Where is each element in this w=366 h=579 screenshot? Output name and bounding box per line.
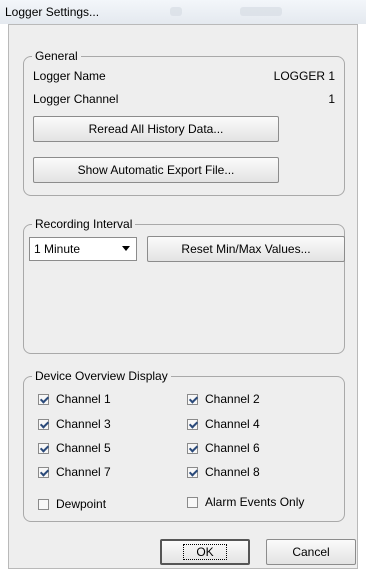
channel-1-checkbox[interactable]: Channel 1: [38, 392, 111, 406]
logger-name-value: LOGGER 1: [273, 69, 335, 83]
general-group: General Logger Name LOGGER 1 Logger Chan…: [23, 49, 345, 196]
channel-7-label: Channel 7: [56, 465, 111, 479]
channel-5-checkbox[interactable]: Channel 5: [38, 441, 111, 455]
checkbox-checked-icon: [38, 418, 49, 430]
checkbox-checked-icon: [187, 393, 198, 405]
title-bar-decoration: [240, 7, 282, 16]
checkbox-checked-icon: [187, 418, 198, 430]
logger-channel-value: 1: [328, 92, 335, 106]
reread-history-button[interactable]: Reread All History Data...: [33, 116, 279, 142]
title-bar: Logger Settings...: [0, 0, 366, 24]
chevron-down-icon: [122, 246, 130, 251]
checkbox-checked-icon: [38, 393, 49, 405]
logger-channel-label: Logger Channel: [33, 92, 119, 106]
dialog-body: General Logger Name LOGGER 1 Logger Chan…: [8, 24, 358, 569]
channel-7-checkbox[interactable]: Channel 7: [38, 465, 111, 479]
dewpoint-label: Dewpoint: [56, 497, 107, 511]
reset-min-max-button[interactable]: Reset Min/Max Values...: [147, 236, 345, 262]
channel-6-label: Channel 6: [205, 441, 260, 455]
device-overview-legend: Device Overview Display: [32, 369, 171, 383]
channel-3-checkbox[interactable]: Channel 3: [38, 417, 111, 431]
checkbox-unchecked-icon: [38, 498, 49, 510]
ok-button[interactable]: OK: [160, 539, 250, 565]
checkbox-checked-icon: [38, 466, 49, 478]
ok-button-label: OK: [183, 544, 227, 560]
logger-name-label: Logger Name: [33, 69, 106, 83]
channel-1-label: Channel 1: [56, 392, 111, 406]
show-export-file-button[interactable]: Show Automatic Export File...: [33, 157, 279, 183]
checkbox-checked-icon: [187, 466, 198, 478]
channel-8-label: Channel 8: [205, 465, 260, 479]
checkbox-checked-icon: [38, 442, 49, 454]
recording-interval-group: Recording Interval 1 Minute Reset Min/Ma…: [23, 217, 345, 354]
channel-4-label: Channel 4: [205, 417, 260, 431]
title-bar-decoration: [170, 7, 182, 16]
channel-2-checkbox[interactable]: Channel 2: [187, 392, 260, 406]
channel-2-label: Channel 2: [205, 392, 260, 406]
recording-interval-legend: Recording Interval: [32, 217, 136, 231]
channel-3-label: Channel 3: [56, 417, 111, 431]
channel-5-label: Channel 5: [56, 441, 111, 455]
dewpoint-checkbox[interactable]: Dewpoint: [38, 497, 106, 511]
general-legend: General: [32, 49, 81, 63]
alarm-events-only-label: Alarm Events Only: [205, 495, 305, 509]
checkbox-unchecked-icon: [187, 496, 198, 508]
channel-8-checkbox[interactable]: Channel 8: [187, 465, 260, 479]
interval-select[interactable]: 1 Minute: [29, 237, 137, 261]
channel-6-checkbox[interactable]: Channel 6: [187, 441, 260, 455]
interval-select-value: 1 Minute: [34, 242, 81, 256]
checkbox-checked-icon: [187, 442, 198, 454]
cancel-button[interactable]: Cancel: [266, 539, 356, 565]
window-title: Logger Settings...: [5, 5, 100, 19]
alarm-events-only-checkbox[interactable]: Alarm Events Only: [187, 495, 304, 509]
device-overview-group: Device Overview Display Channel 1 Channe…: [23, 369, 345, 522]
channel-4-checkbox[interactable]: Channel 4: [187, 417, 260, 431]
